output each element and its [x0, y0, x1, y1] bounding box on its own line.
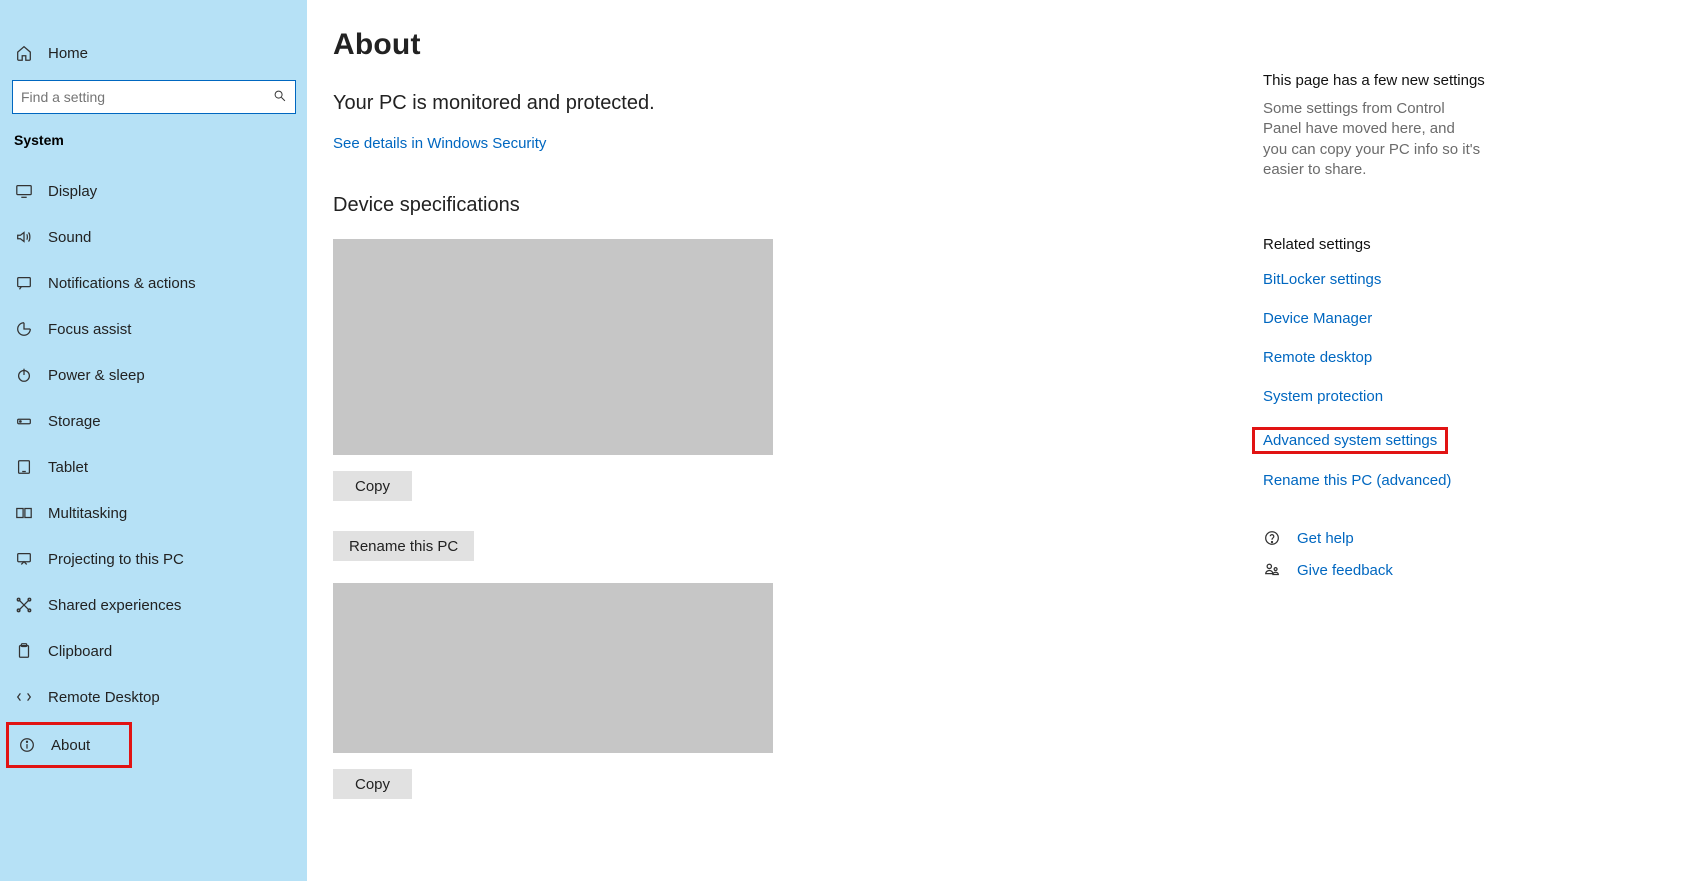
- clipboard-icon: [14, 641, 34, 661]
- sidebar: Home System Display Sound Notifications …: [0, 0, 307, 881]
- sidebar-item-label: Display: [48, 183, 97, 200]
- copy-device-spec-button[interactable]: Copy: [333, 471, 412, 501]
- tip-title: This page has a few new settings: [1263, 72, 1633, 89]
- sidebar-item-sound[interactable]: Sound: [0, 214, 307, 260]
- device-manager-link[interactable]: Device Manager: [1263, 310, 1633, 327]
- sidebar-item-shared-experiences[interactable]: Shared experiences: [0, 582, 307, 628]
- sidebar-item-tablet[interactable]: Tablet: [0, 444, 307, 490]
- sidebar-item-label: About: [51, 737, 90, 754]
- info-icon: [17, 735, 37, 755]
- shared-icon: [14, 595, 34, 615]
- sidebar-home[interactable]: Home: [0, 30, 307, 76]
- storage-icon: [14, 411, 34, 431]
- related-settings-heading: Related settings: [1263, 236, 1633, 253]
- give-feedback-link[interactable]: Give feedback: [1297, 562, 1393, 579]
- sidebar-item-label: Sound: [48, 229, 91, 246]
- sidebar-item-multitasking[interactable]: Multitasking: [0, 490, 307, 536]
- sidebar-item-label: Power & sleep: [48, 367, 145, 384]
- bitlocker-link[interactable]: BitLocker settings: [1263, 271, 1633, 288]
- power-icon: [14, 365, 34, 385]
- rename-pc-advanced-link[interactable]: Rename this PC (advanced): [1263, 472, 1633, 489]
- sidebar-item-clipboard[interactable]: Clipboard: [0, 628, 307, 674]
- home-icon: [14, 43, 34, 63]
- sidebar-item-power-sleep[interactable]: Power & sleep: [0, 352, 307, 398]
- feedback-icon: [1263, 561, 1281, 579]
- sidebar-item-label: Projecting to this PC: [48, 551, 184, 568]
- sidebar-item-label: Tablet: [48, 459, 88, 476]
- sidebar-item-label: Clipboard: [48, 643, 112, 660]
- remote-desktop-link[interactable]: Remote desktop: [1263, 349, 1633, 366]
- page-title: About: [333, 28, 1263, 62]
- tip-body: Some settings from Control Panel have mo…: [1263, 99, 1483, 180]
- sidebar-item-projecting[interactable]: Projecting to this PC: [0, 536, 307, 582]
- get-help-link[interactable]: Get help: [1297, 530, 1354, 547]
- sidebar-item-label: Focus assist: [48, 321, 131, 338]
- copy-windows-spec-button[interactable]: Copy: [333, 769, 412, 799]
- remote-desktop-icon: [14, 687, 34, 707]
- protected-status: Your PC is monitored and protected.: [333, 92, 1263, 115]
- projecting-icon: [14, 549, 34, 569]
- sidebar-item-label: Remote Desktop: [48, 689, 160, 706]
- sidebar-item-label: Shared experiences: [48, 597, 181, 614]
- sidebar-item-remote-desktop[interactable]: Remote Desktop: [0, 674, 307, 720]
- search-icon: [273, 89, 287, 106]
- sidebar-category: System: [0, 132, 307, 148]
- search-input-wrapper[interactable]: [12, 80, 296, 114]
- sidebar-home-label: Home: [48, 45, 88, 62]
- sidebar-item-storage[interactable]: Storage: [0, 398, 307, 444]
- content: About Your PC is monitored and protected…: [307, 0, 1263, 881]
- sidebar-item-display[interactable]: Display: [0, 168, 307, 214]
- sidebar-item-notifications[interactable]: Notifications & actions: [0, 260, 307, 306]
- notifications-icon: [14, 273, 34, 293]
- device-spec-block: [333, 239, 773, 455]
- sidebar-item-label: Notifications & actions: [48, 275, 196, 292]
- rename-pc-button[interactable]: Rename this PC: [333, 531, 474, 561]
- device-spec-heading: Device specifications: [333, 194, 1263, 217]
- sidebar-item-focus-assist[interactable]: Focus assist: [0, 306, 307, 352]
- windows-security-link[interactable]: See details in Windows Security: [333, 135, 546, 152]
- sidebar-item-about[interactable]: About: [9, 725, 129, 765]
- sidebar-item-label: Storage: [48, 413, 101, 430]
- get-help-row[interactable]: Get help: [1263, 529, 1633, 547]
- support-section: Get help Give feedback: [1263, 529, 1633, 579]
- sidebar-item-label: Multitasking: [48, 505, 127, 522]
- tablet-icon: [14, 457, 34, 477]
- feedback-row[interactable]: Give feedback: [1263, 561, 1633, 579]
- sound-icon: [14, 227, 34, 247]
- system-protection-link[interactable]: System protection: [1263, 388, 1633, 405]
- multitasking-icon: [14, 503, 34, 523]
- main: About Your PC is monitored and protected…: [307, 0, 1693, 881]
- help-icon: [1263, 529, 1281, 547]
- search-input[interactable]: [21, 89, 273, 105]
- windows-spec-block: [333, 583, 773, 753]
- right-panel: This page has a few new settings Some se…: [1263, 0, 1693, 881]
- display-icon: [14, 181, 34, 201]
- sidebar-about-highlight: About: [6, 722, 132, 768]
- focus-assist-icon: [14, 319, 34, 339]
- advanced-system-settings-link[interactable]: Advanced system settings: [1263, 432, 1437, 449]
- advanced-system-highlight: Advanced system settings: [1252, 427, 1448, 454]
